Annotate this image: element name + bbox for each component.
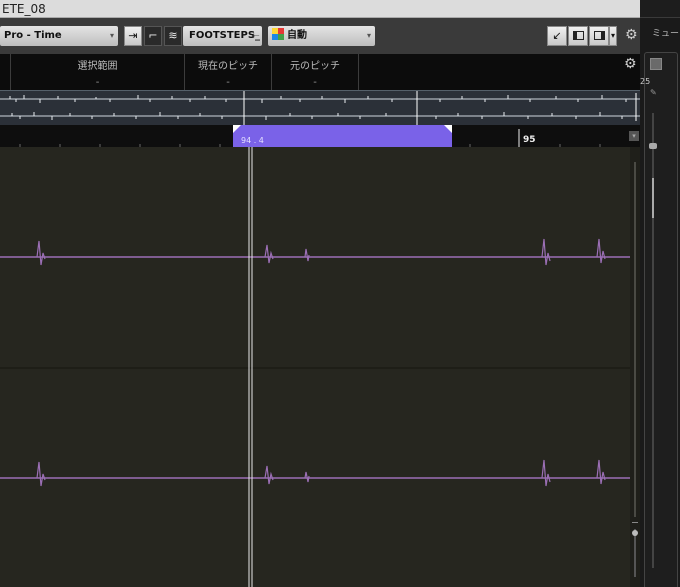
transients-channel-2 xyxy=(36,459,606,487)
overview-waveform-svg xyxy=(0,91,640,126)
level-label: 25 xyxy=(640,77,651,86)
channel-dropdown-button[interactable] xyxy=(650,58,662,70)
overview-waveform[interactable] xyxy=(0,90,640,126)
solo-toggle-button[interactable]: ⇥ xyxy=(124,26,142,46)
left-panel-toggle-button[interactable] xyxy=(568,26,588,46)
channel-strip xyxy=(644,52,678,587)
right-mixer-panel: ミュー 25 ✎ xyxy=(640,18,680,587)
vertical-scrollbar[interactable] xyxy=(630,147,640,587)
color-grid-icon xyxy=(272,28,284,40)
pencil-icon[interactable]: ✎ xyxy=(650,88,658,97)
bracket-icon: ⌐ xyxy=(148,29,158,42)
track-name-arrow: ⊢ xyxy=(253,31,260,40)
original-pitch-value: - xyxy=(313,77,317,88)
panel-right-icon xyxy=(593,31,605,40)
selection-range-field: 選択範囲 - xyxy=(10,54,184,90)
time-format-dropdown[interactable]: Pro - Time ▾ xyxy=(0,26,118,46)
mixer-label: ミュー xyxy=(652,29,680,39)
layers-toggle-button[interactable]: ≋ xyxy=(164,26,182,46)
ruler-dropdown-button[interactable]: ▾ xyxy=(629,131,639,141)
arrow-icon: ↙ xyxy=(552,29,562,42)
transients-channel-1 xyxy=(36,238,606,266)
pitch-info-bar: 選択範囲 - 現在のピッチ - 元のピッチ - ⚙ xyxy=(0,54,640,90)
chevron-down-icon: ▾ xyxy=(109,31,114,40)
solo-icon: ⇥ xyxy=(128,29,138,42)
selection-handles xyxy=(233,125,452,133)
selection-range-bar[interactable]: 94 . 4 xyxy=(233,125,452,147)
selection-position: 94 . 4 xyxy=(241,136,264,145)
vertical-zoom-handle[interactable] xyxy=(632,530,638,536)
volume-fader-handle[interactable] xyxy=(649,143,657,149)
current-pitch-label: 現在のピッチ xyxy=(198,61,258,72)
original-pitch-field: 元のピッチ - xyxy=(271,54,359,90)
right-panel-toggle-button[interactable] xyxy=(589,26,609,46)
layers-icon: ≋ xyxy=(168,29,178,42)
current-pitch-field: 現在のピッチ - xyxy=(184,54,271,90)
toolbar-settings-gear-icon[interactable]: ⚙ xyxy=(625,27,638,43)
title-bar-right xyxy=(640,0,680,18)
zoom-minus-icon[interactable] xyxy=(632,522,638,523)
vertical-zoom-slider[interactable] xyxy=(634,529,636,577)
chevron-down-icon: ▾ xyxy=(610,31,615,40)
current-pitch-value: - xyxy=(226,77,230,88)
pitch-mode-value: 自動 xyxy=(287,30,307,41)
ruler-marker-95: 95 xyxy=(523,135,536,145)
scroll-track[interactable] xyxy=(634,162,636,517)
arrow-tool-button[interactable]: ↙ xyxy=(547,26,567,46)
original-pitch-label: 元のピッチ xyxy=(290,61,340,72)
selection-range-label: 選択範囲 xyxy=(77,61,118,72)
time-format-value: Pro - Time xyxy=(4,30,62,41)
window-title-bar: ETE_08 xyxy=(0,0,640,18)
level-meter xyxy=(652,178,654,218)
bracket-toggle-button[interactable]: ⌐ xyxy=(144,26,162,46)
pitch-mode-dropdown[interactable]: 自動 ▾ xyxy=(268,26,375,46)
info-settings-gear-icon[interactable]: ⚙ xyxy=(624,56,637,72)
editor-canvas xyxy=(0,147,630,587)
track-selector-dropdown[interactable]: FOOTSTEPS_ ⊢ xyxy=(183,26,262,46)
selection-range-value: - xyxy=(95,77,100,88)
track-name: FOOTSTEPS_ xyxy=(189,30,261,41)
waveform-editor[interactable] xyxy=(0,147,630,587)
view-options-dropdown[interactable]: ▾ xyxy=(609,26,617,46)
panel-left-icon xyxy=(572,31,584,40)
window-title: ETE_08 xyxy=(2,2,46,16)
chevron-down-icon: ▾ xyxy=(366,31,371,40)
